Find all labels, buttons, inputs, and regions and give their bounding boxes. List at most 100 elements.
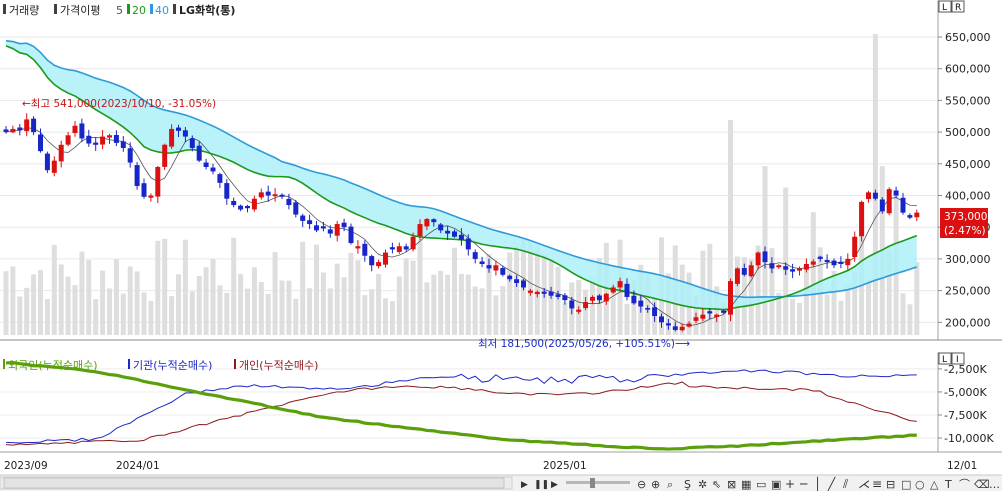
corner-r-top[interactable]: R xyxy=(955,3,961,13)
delete-icon[interactable]: ⌫ xyxy=(974,478,990,491)
current-change: (2.47%) xyxy=(944,225,986,237)
screen-icon[interactable]: ▭ xyxy=(756,478,766,491)
x-label-2025-01: 2025/01 xyxy=(543,460,587,472)
volume-bar xyxy=(500,286,506,335)
speed-slider-handle[interactable] xyxy=(590,478,595,488)
volume-bar xyxy=(845,285,851,335)
volume-bar xyxy=(31,274,37,335)
candle xyxy=(859,200,865,242)
volume-bar xyxy=(93,299,99,335)
volume-bar xyxy=(279,280,285,335)
volume-bar xyxy=(445,274,451,335)
play-button-icon[interactable]: ▶ xyxy=(521,480,528,490)
volume-bar xyxy=(231,237,237,335)
volume-bar xyxy=(438,270,444,335)
volume-bar xyxy=(417,239,423,335)
volume-bar xyxy=(293,298,299,335)
hline-icon[interactable]: ─ xyxy=(799,477,808,491)
volume-bar xyxy=(493,295,499,335)
corner-l-bottom[interactable]: L xyxy=(942,355,947,365)
pause-button-icon[interactable]: ❚❚ xyxy=(534,480,549,490)
chart-svg: 200,000250,000300,000350,000400,000450,0… xyxy=(0,0,1002,491)
volume-bar xyxy=(900,293,906,335)
panel-corner-buttons-top[interactable]: L R xyxy=(938,0,965,13)
x-label-2024-01: 2024/01 xyxy=(116,460,160,472)
volume-bar xyxy=(169,296,175,335)
zoom-out-icon[interactable]: ⊖ xyxy=(637,478,646,491)
volume-bar xyxy=(79,251,85,335)
price-tick-label: 550,000 xyxy=(945,94,991,107)
volume-bar xyxy=(17,296,23,335)
zoom-in-icon[interactable]: ⊕ xyxy=(651,478,660,491)
legend-individual: 개인(누적순매수) xyxy=(239,359,318,372)
volume-bar xyxy=(210,258,216,335)
triangle-icon[interactable]: △ xyxy=(930,478,939,491)
volume-bar xyxy=(824,294,830,335)
candle xyxy=(162,143,168,171)
volume-bar xyxy=(369,289,375,335)
bottom-toolbar: ▶ ❚❚ ▶ ⊖ ⊕ ⌕ Ş ✲ ⇖ ⊠ ▦ ▭ ▣ + ─ │ ╱ ⫽ ⋌ ≡… xyxy=(0,474,1002,491)
volume-bar xyxy=(72,285,78,335)
volume-bar xyxy=(182,239,188,335)
legend-ma: 가격이평 xyxy=(60,4,100,17)
corner-l-top[interactable]: L xyxy=(942,3,947,13)
settings-icon[interactable]: ✲ xyxy=(698,478,707,491)
vline-icon[interactable]: │ xyxy=(814,476,821,491)
scrollbar-thumb[interactable] xyxy=(3,477,505,489)
corner-i-bottom[interactable]: I xyxy=(956,355,959,365)
volume-bar xyxy=(458,273,464,335)
trendline-icon[interactable]: ╱ xyxy=(827,476,836,491)
crosshair-icon[interactable]: + xyxy=(785,477,795,491)
price-tick-label: 400,000 xyxy=(945,190,991,203)
fibo-icon[interactable]: ≡ xyxy=(872,477,882,491)
fan-icon[interactable]: ⋌ xyxy=(858,477,870,491)
chart-title: LG화학(통) xyxy=(179,3,235,17)
cross-icon[interactable]: ⊠ xyxy=(727,478,736,491)
parallel-icon[interactable]: ⫽ xyxy=(842,477,849,491)
volume-bar xyxy=(10,266,16,335)
candle xyxy=(44,151,50,173)
volume-bar xyxy=(141,292,147,335)
candle xyxy=(134,162,140,190)
channel-icon[interactable]: ⊟ xyxy=(886,478,895,491)
volume-bar xyxy=(479,288,485,335)
cursor-icon[interactable]: ⇖ xyxy=(712,478,721,491)
legend-ma-20: 20 xyxy=(132,4,146,17)
volume-bar xyxy=(245,288,250,335)
volume-bar xyxy=(3,271,9,335)
flow-tick-label: -5,000K xyxy=(944,386,987,399)
volume-bar xyxy=(583,289,589,335)
volume-bar xyxy=(783,187,789,335)
volume-bar xyxy=(286,280,292,335)
volume-bar xyxy=(810,212,816,335)
text-tool-icon[interactable]: T xyxy=(944,478,952,491)
volume-bar xyxy=(327,288,333,335)
volume-bar xyxy=(424,282,430,335)
volume-bar xyxy=(797,302,802,335)
volume-bar xyxy=(100,270,106,335)
rect-icon[interactable]: □ xyxy=(901,478,911,491)
volume-bar xyxy=(300,241,306,335)
window-icon[interactable]: ▣ xyxy=(771,478,781,491)
legend-institution: 기관(누적순매수) xyxy=(133,359,212,372)
volume-bar xyxy=(362,295,368,335)
panel-corner-buttons-bottom[interactable]: L I xyxy=(938,352,965,365)
volume-bar xyxy=(472,286,478,335)
volume-bar xyxy=(872,34,878,335)
volume-bar xyxy=(396,276,402,335)
ellipse-icon[interactable]: ○ xyxy=(915,478,925,491)
candle xyxy=(348,223,354,245)
volume-bar xyxy=(376,273,382,335)
volume-bar xyxy=(203,267,209,335)
curve-icon[interactable]: ⌒ xyxy=(959,478,970,491)
search-icon[interactable]: ⌕ xyxy=(667,478,673,491)
tool-s-icon[interactable]: Ş xyxy=(684,478,691,491)
volume-bar xyxy=(348,253,354,335)
volume-bar xyxy=(196,275,202,335)
box-icon[interactable]: ▦ xyxy=(741,478,751,491)
volume-bar xyxy=(452,247,457,335)
next-button-icon[interactable]: ▶ xyxy=(551,480,558,490)
speed-slider[interactable] xyxy=(566,481,630,484)
volume-bar xyxy=(217,285,223,335)
more-icon[interactable]: … xyxy=(989,478,1000,491)
